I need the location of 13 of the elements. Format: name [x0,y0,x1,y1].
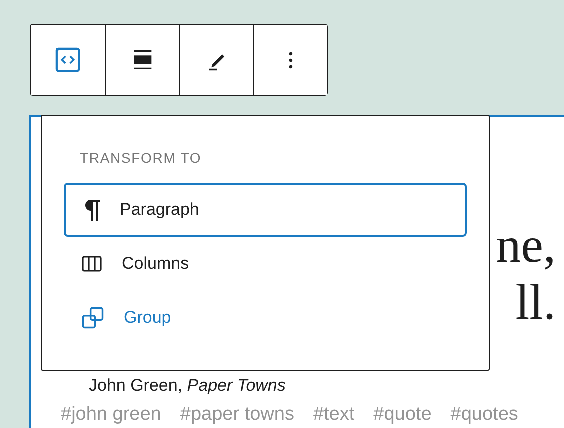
transform-option[interactable]: Paragraph [64,183,467,237]
tag-link[interactable]: #quotes [450,401,518,428]
more-options-icon [288,52,292,68]
popover-heading: TRANSFORM TO [80,149,203,168]
code-block-icon [54,46,82,74]
quote-citation: John Green, Paper Towns [89,375,286,397]
tag-link[interactable]: #john green [61,401,162,428]
tag-link[interactable]: #paper towns [180,401,294,428]
tag-link[interactable]: #quote [374,401,432,428]
quote-text: ll. [516,274,557,331]
tag-link[interactable]: #text [313,401,355,428]
quote-text: ne, [496,217,557,274]
group-icon [80,305,106,331]
